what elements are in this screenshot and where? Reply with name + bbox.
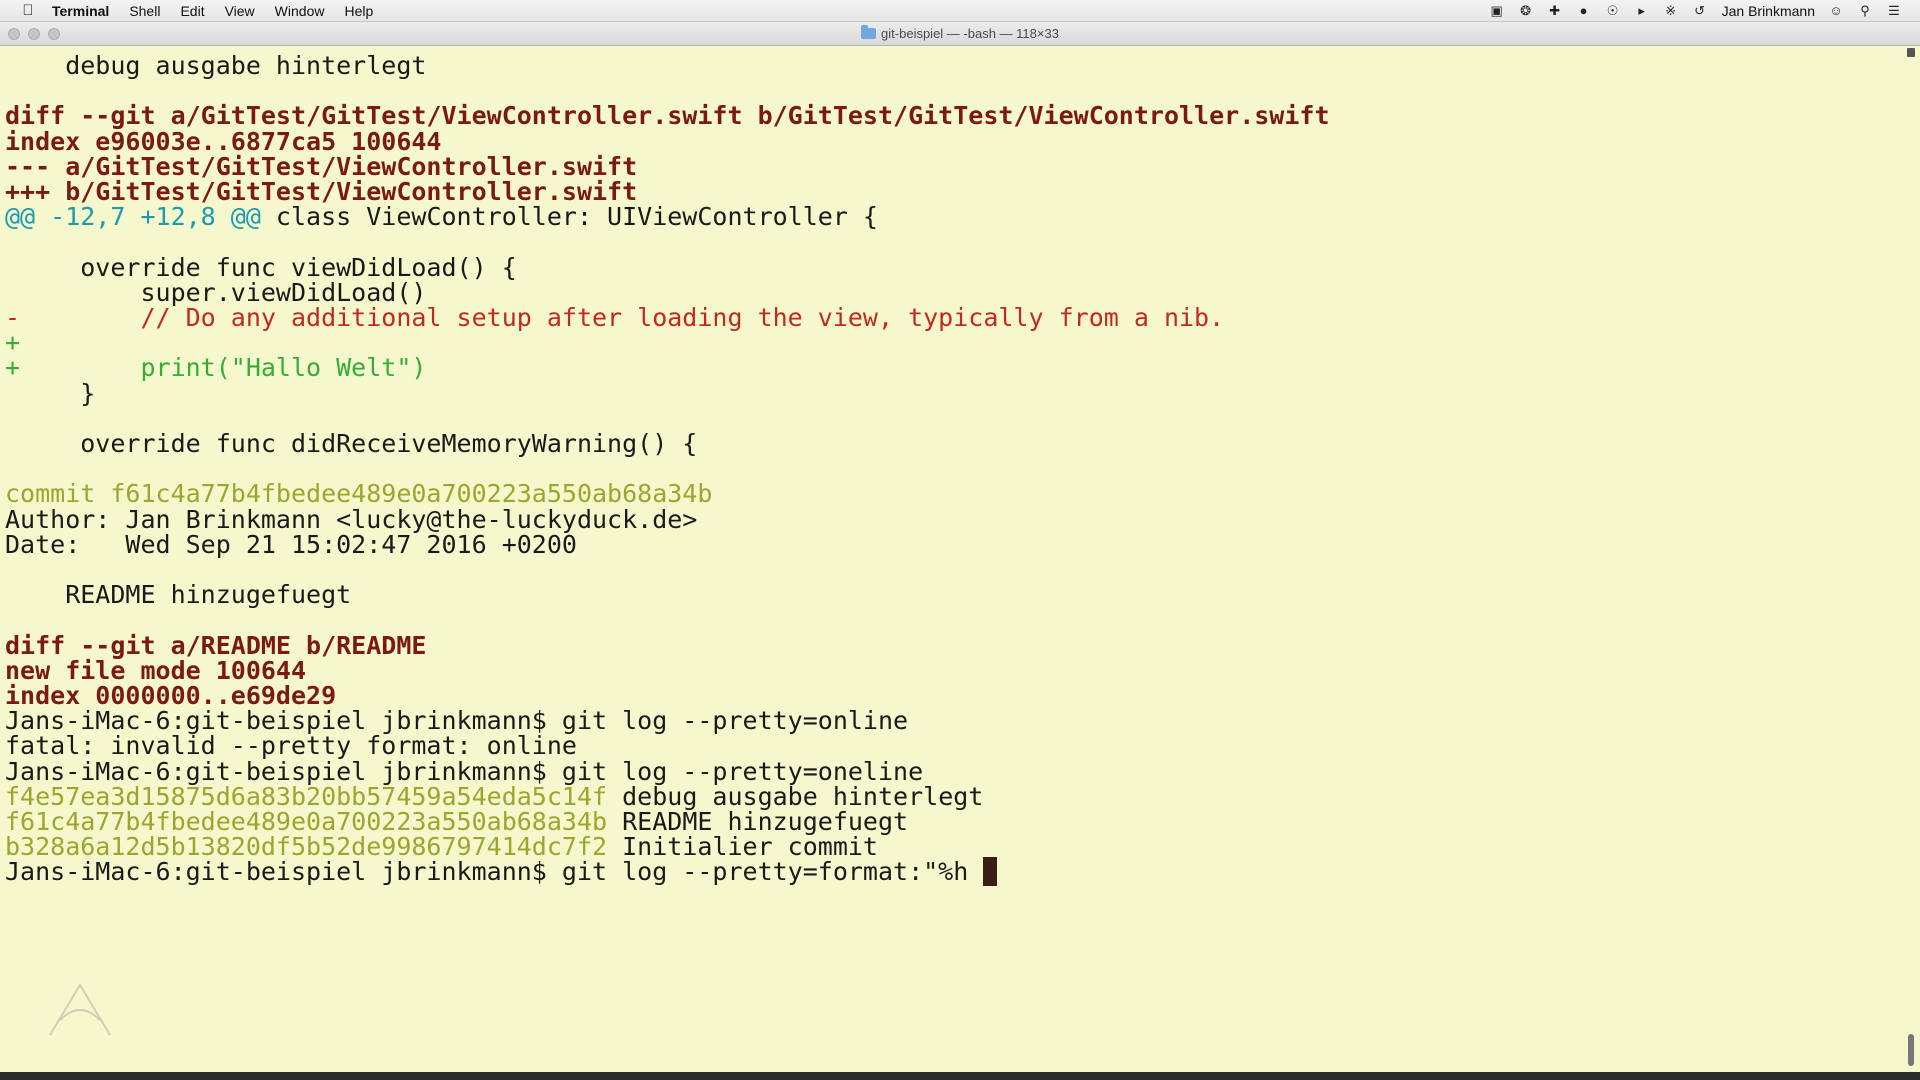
terminal-text: override func didReceiveMemoryWarning() … <box>5 429 698 458</box>
screen-record-icon[interactable]: ▣ <box>1489 3 1505 19</box>
notification-center-icon[interactable]: ☰ <box>1886 3 1902 19</box>
terminal-text: } <box>5 378 96 408</box>
apple-logo-icon[interactable]:  <box>18 2 38 19</box>
folder-icon <box>861 25 877 39</box>
scrollbar[interactable] <box>1904 46 1920 1072</box>
terminal-line: } <box>5 378 95 409</box>
volume-icon[interactable]: ▸ <box>1634 3 1650 19</box>
terminal-line: Jans-iMac-6:git-beispiel jbrinkmann$ git… <box>5 856 998 887</box>
terminal-text: README hinzugefuegt <box>5 580 352 610</box>
terminal-line: README hinzugefuegt <box>5 579 351 610</box>
terminal-line: Date: Wed Sep 21 15:02:47 2016 +0200 <box>5 529 577 560</box>
watermark-logo <box>49 983 111 1036</box>
text-cursor <box>983 857 998 887</box>
menu-view[interactable]: View <box>225 3 255 19</box>
dock-edge <box>0 1072 1920 1080</box>
terminal-line: debug ausgabe hinterlegt <box>5 50 426 81</box>
app-icon-1[interactable]: ❂ <box>1518 3 1534 19</box>
spotlight-search-icon[interactable]: ⚲ <box>1857 3 1873 19</box>
diff-hunk-context: class ViewController: UIViewController { <box>260 202 878 232</box>
terminal-line: @@ -12,7 +12,8 @@ class ViewController: … <box>5 201 878 232</box>
app-icon-2[interactable]: ✚ <box>1547 3 1563 19</box>
window-titlebar[interactable]: git-beispiel — -bash — 118×33 <box>0 22 1920 46</box>
scroll-marker <box>1907 48 1915 57</box>
menu-shell[interactable]: Shell <box>129 3 160 19</box>
terminal-text: Date: Wed Sep 21 15:02:47 2016 +0200 <box>5 529 577 559</box>
user-name[interactable]: Jan Brinkmann <box>1722 3 1815 19</box>
diff-hunk-header: @@ -12,7 +12,8 @@ <box>5 202 261 232</box>
bluetooth-icon[interactable]: ※ <box>1663 3 1679 19</box>
menu-edit[interactable]: Edit <box>180 3 204 19</box>
menu-app-terminal[interactable]: Terminal <box>52 3 109 19</box>
terminal-line: - // Do any additional setup after loadi… <box>5 302 1224 333</box>
user-icon[interactable]: ☺ <box>1828 3 1844 19</box>
terminal-text: debug ausgabe hinterlegt <box>5 51 427 80</box>
menu-bar:  Terminal Shell Edit View Window Help ▣… <box>0 0 1920 22</box>
window-title: git-beispiel — -bash — 118×33 <box>0 25 1920 41</box>
terminal-output[interactable]: debug ausgabe hinterlegt diff --git a/Git… <box>0 46 1920 1072</box>
terminal-text: - // Do any additional setup after loadi… <box>5 303 1225 332</box>
menu-help[interactable]: Help <box>344 3 373 19</box>
window-title-text: git-beispiel — -bash — 118×33 <box>881 26 1059 41</box>
terminal-line: override func didReceiveMemoryWarning() … <box>5 428 697 459</box>
app-icon-3[interactable]: ● <box>1576 3 1592 19</box>
status-area: ▣ ❂ ✚ ● ☉ ▸ ※ ↺ Jan Brinkmann ☺ ⚲ ☰ <box>1476 3 1902 19</box>
app-icon-4[interactable]: ☉ <box>1605 3 1621 19</box>
time-machine-icon[interactable]: ↺ <box>1692 3 1708 19</box>
menu-window[interactable]: Window <box>275 3 325 19</box>
shell-prompt: Jans-iMac-6:git-beispiel jbrinkmann$ git… <box>5 857 984 887</box>
scrollbar-thumb[interactable] <box>1908 1034 1914 1066</box>
